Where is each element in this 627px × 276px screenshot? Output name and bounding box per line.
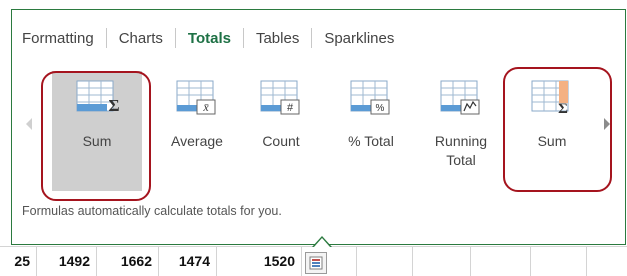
grid-line (530, 247, 531, 276)
tab-totals[interactable]: Totals (188, 30, 231, 47)
running-total-icon (440, 80, 480, 115)
tab-separator (174, 28, 176, 48)
totals-tile-running-total[interactable]: Running Total (416, 71, 506, 191)
totals-tile-percent-total[interactable]: % % Total (326, 71, 416, 191)
tab-formatting[interactable]: Formatting (22, 30, 94, 47)
grid-line (356, 247, 357, 276)
totals-tile-average[interactable]: x̄ Average (152, 71, 242, 191)
tile-label: Count (262, 133, 300, 149)
tile-label: % Total (348, 133, 394, 149)
tab-tables[interactable]: Tables (256, 30, 299, 47)
quick-analysis-button[interactable] (305, 252, 327, 274)
svg-text:#: # (287, 102, 294, 114)
tab-separator (242, 28, 244, 48)
table-cell[interactable]: 25 (0, 247, 37, 276)
scroll-left-icon[interactable] (26, 118, 32, 130)
tab-separator (105, 28, 107, 48)
table-cell[interactable]: 1520 (217, 247, 302, 276)
count-icon: # (260, 80, 300, 115)
tab-sparklines[interactable]: Sparklines (324, 30, 394, 47)
totals-description: Formulas automatically calculate totals … (22, 204, 282, 218)
quick-analysis-tabs: Formatting Charts Totals Tables Sparklin… (22, 26, 394, 50)
grid-line (412, 247, 413, 276)
totals-tile-count[interactable]: # Count (236, 71, 326, 191)
table-cell[interactable]: 1662 (97, 247, 159, 276)
grid-line (586, 247, 587, 276)
grid-line (470, 247, 471, 276)
highlight-box-sum-column (503, 67, 612, 192)
svg-text:x̄: x̄ (202, 100, 209, 114)
quick-analysis-icon (309, 256, 323, 270)
table-cell[interactable]: 1492 (37, 247, 97, 276)
tab-separator (311, 28, 313, 48)
average-icon: x̄ (176, 80, 216, 115)
svg-text:%: % (376, 103, 385, 114)
percent-total-icon: % (350, 80, 390, 115)
tab-charts[interactable]: Charts (119, 30, 163, 47)
tile-label: Running Total (434, 133, 488, 168)
panel-pointer-inner (314, 238, 330, 247)
table-cell[interactable]: 1474 (159, 247, 217, 276)
highlight-box-sum-row (41, 71, 151, 201)
tile-label: Average (171, 133, 223, 149)
